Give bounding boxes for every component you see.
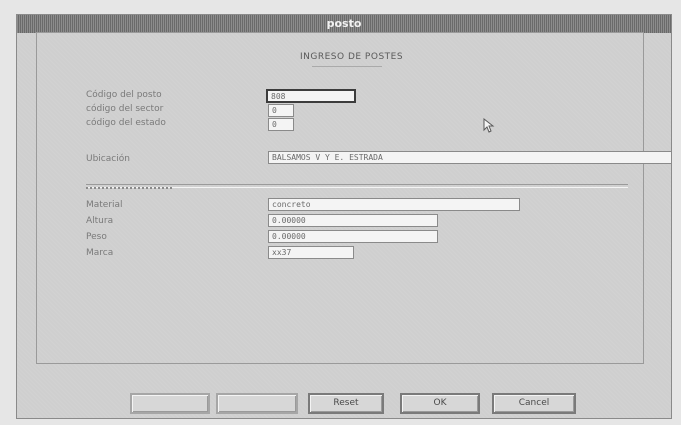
panel-title: INGRESO DE POSTES [300, 52, 404, 62]
ubicacion-field[interactable]: BALSAMOS V Y E. ESTRADA [268, 151, 672, 164]
altura-label: Altura [86, 216, 114, 226]
window-title: posto [17, 15, 671, 33]
dotted-separator [86, 187, 172, 189]
disabled-button-2[interactable] [216, 393, 298, 414]
material-field[interactable]: concreto [268, 198, 520, 211]
codigo-sector-label: código del sector [86, 104, 164, 114]
codigo-posto-label: Código del posto [86, 90, 162, 100]
codigo-estado-label: código del estado [86, 118, 166, 128]
codigo-sector-field[interactable]: 0 [268, 104, 294, 117]
panel-title-underline [312, 66, 382, 67]
peso-field[interactable]: 0.00000 [268, 230, 438, 243]
material-label: Material [86, 200, 123, 210]
peso-label: Peso [86, 232, 107, 242]
ubicacion-label: Ubicación [86, 154, 130, 164]
marca-label: Marca [86, 248, 114, 258]
marca-field[interactable]: xx37 [268, 246, 354, 259]
cancel-button[interactable]: Cancel [492, 393, 576, 414]
disabled-button-1[interactable] [130, 393, 210, 414]
codigo-estado-field[interactable]: 0 [268, 118, 294, 131]
reset-button[interactable]: Reset [308, 393, 384, 414]
codigo-posto-field[interactable]: 808 [266, 89, 356, 103]
ok-button[interactable]: OK [400, 393, 480, 414]
altura-field[interactable]: 0.00000 [268, 214, 438, 227]
mouse-pointer-icon [482, 117, 498, 134]
